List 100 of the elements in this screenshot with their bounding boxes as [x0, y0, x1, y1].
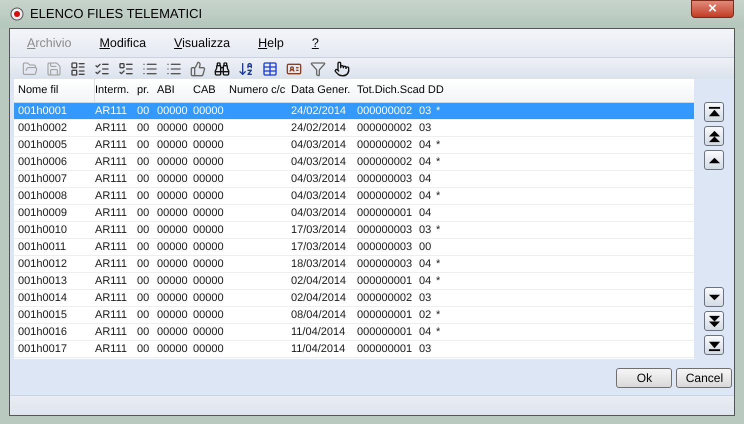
id-card-icon[interactable] [286, 60, 302, 76]
table-cell: 00000 [193, 274, 224, 287]
table-cell: 17/03/2014 [291, 240, 346, 253]
table-cell: 00 [137, 190, 150, 202]
dialog-button[interactable]: Ok [616, 368, 672, 388]
table-cell: 24/02/2014 [291, 122, 346, 134]
table-row[interactable]: 001h0014 AR111 00 00000 00000 02/04/2014 000000002 03 [14, 290, 694, 307]
table-icon[interactable] [262, 60, 278, 76]
menu-item[interactable]: Visualizza [174, 34, 230, 52]
scroll-button[interactable] [704, 150, 724, 170]
table-cell: 04/03/2014 [291, 190, 346, 202]
double-down-icon [708, 314, 721, 328]
table-row[interactable]: 001h0002 AR111 00 00000 00000 24/02/2014 000000002 03 [14, 120, 694, 137]
checkbox-list-icon[interactable] [118, 60, 134, 76]
table-cell: 00 [137, 258, 150, 270]
table-row[interactable]: 001h0016 AR111 00 00000 00000 11/04/2014 000000001 04 * [14, 324, 694, 341]
table-cell: 00000 [193, 342, 224, 355]
table-cell: 000000002 [357, 104, 412, 117]
scroll-button[interactable] [704, 102, 724, 122]
table-cell: 00000 [193, 138, 224, 151]
table-cell: * [436, 138, 440, 151]
table-cell: 00 [137, 172, 150, 185]
table-cell: 08/04/2014 [291, 308, 346, 321]
table-cell: 00000 [157, 206, 188, 219]
table-cell: 00000 [157, 292, 188, 304]
table-cell: 00000 [193, 156, 224, 168]
column-heading[interactable]: Data Gener. [291, 82, 357, 99]
table-cell: 000000001 [357, 308, 412, 321]
table-cell: 17/03/2014 [291, 224, 346, 236]
table-cell: 000000003 [357, 172, 412, 185]
list-icon[interactable] [142, 60, 158, 76]
table-row[interactable]: 001h0012 AR111 00 00000 00000 18/03/2014 000000003 04 * [14, 256, 694, 273]
column-heading[interactable]: Interm. [95, 82, 137, 99]
table-cell: AR111 [95, 190, 128, 202]
table-row[interactable]: 001h0005 AR111 00 00000 00000 04/03/2014 000000002 04 * [14, 137, 694, 154]
table-cell: * [436, 156, 440, 168]
list-icon[interactable] [166, 60, 182, 76]
column-heading[interactable]: pr. [137, 82, 157, 99]
table-cell: 001h0005 [18, 138, 67, 151]
table-cell: 04/03/2014 [291, 156, 346, 168]
table-cell: 00000 [193, 206, 224, 219]
table-cell: 001h0012 [18, 258, 67, 270]
table-cell: 00000 [157, 258, 188, 270]
table-cell: 00000 [157, 104, 188, 117]
table-cell: AR111 [95, 172, 128, 185]
table-cell: 04 [419, 172, 432, 185]
table-cell: 00000 [157, 224, 188, 236]
scroll-button[interactable] [704, 287, 724, 307]
thumbs-up-icon[interactable] [190, 60, 206, 76]
filter-icon[interactable] [310, 60, 326, 76]
table-cell: AR111 [95, 138, 128, 151]
table-cell: 04 [419, 206, 432, 219]
table-cell: 04 [419, 190, 432, 202]
column-heading[interactable]: Tot.Dich.Scad DD [357, 82, 477, 99]
scroll-button[interactable] [704, 126, 724, 146]
column-heading[interactable]: ABI [157, 82, 193, 99]
table-cell: 00 [137, 224, 150, 236]
table-cell: 001h0015 [18, 308, 67, 321]
form-icon[interactable] [70, 60, 86, 76]
binoculars-icon[interactable] [214, 60, 230, 76]
table-cell: 000000002 [357, 138, 412, 151]
table-row[interactable]: 001h0009 AR111 00 00000 00000 04/03/2014 000000001 04 [14, 205, 694, 222]
table-cell: * [436, 190, 440, 202]
table-row[interactable]: 001h0013 AR111 00 00000 00000 02/04/2014 000000001 04 * [14, 273, 694, 290]
menu-item[interactable]: Modifica [99, 34, 146, 52]
scroll-button[interactable] [704, 311, 724, 331]
table-cell: 03 [419, 342, 432, 355]
checklist-icon[interactable] [94, 60, 110, 76]
table-cell: AR111 [95, 258, 128, 270]
scroll-button[interactable] [704, 335, 724, 355]
menu-item[interactable]: ? [312, 34, 319, 52]
table-cell: 00000 [193, 326, 224, 338]
table-cell: 001h0014 [18, 292, 67, 304]
table-cell: 00 [137, 274, 150, 287]
column-heading[interactable]: Numero c/c [229, 82, 291, 99]
sort-icon[interactable] [238, 60, 254, 76]
table-row[interactable]: 001h0007 AR111 00 00000 00000 04/03/2014 000000003 04 [14, 171, 694, 188]
dialog-button[interactable]: Cancel [676, 368, 732, 388]
hand-pointer-icon[interactable] [334, 60, 350, 76]
table-row[interactable]: 001h0011 AR111 00 00000 00000 17/03/2014 000000003 00 [14, 239, 694, 256]
menu-item[interactable]: Help [258, 34, 284, 52]
table-cell: 00 [137, 308, 150, 321]
table-cell: 24/02/2014 [291, 104, 346, 117]
close-button[interactable]: × [691, 0, 734, 18]
table-row[interactable]: 001h0010 AR111 00 00000 00000 17/03/2014 000000003 03 * [14, 222, 694, 239]
table-cell: 00000 [157, 326, 188, 338]
table-cell: * [436, 224, 440, 236]
table-cell: 00 [137, 206, 150, 219]
column-heading[interactable]: CAB [193, 82, 229, 99]
table-cell: AR111 [95, 292, 128, 304]
table-cell: 04 [419, 274, 432, 287]
column-heading[interactable]: Nome fil [14, 79, 95, 102]
table-cell: 00000 [157, 240, 188, 253]
table-cell: 00000 [157, 342, 188, 355]
table-row[interactable]: 001h0015 AR111 00 00000 00000 08/04/2014 000000001 02 * [14, 307, 694, 324]
table-row[interactable]: 001h0017 AR111 00 00000 00000 11/04/2014 000000001 03 [14, 341, 694, 358]
table-row[interactable]: 001h0008 AR111 00 00000 00000 04/03/2014 000000002 04 * [14, 188, 694, 205]
table-row[interactable]: 001h0006 AR111 00 00000 00000 04/03/2014 000000002 04 * [14, 154, 694, 171]
table-cell: 00000 [157, 156, 188, 168]
table-cell: AR111 [95, 104, 128, 117]
